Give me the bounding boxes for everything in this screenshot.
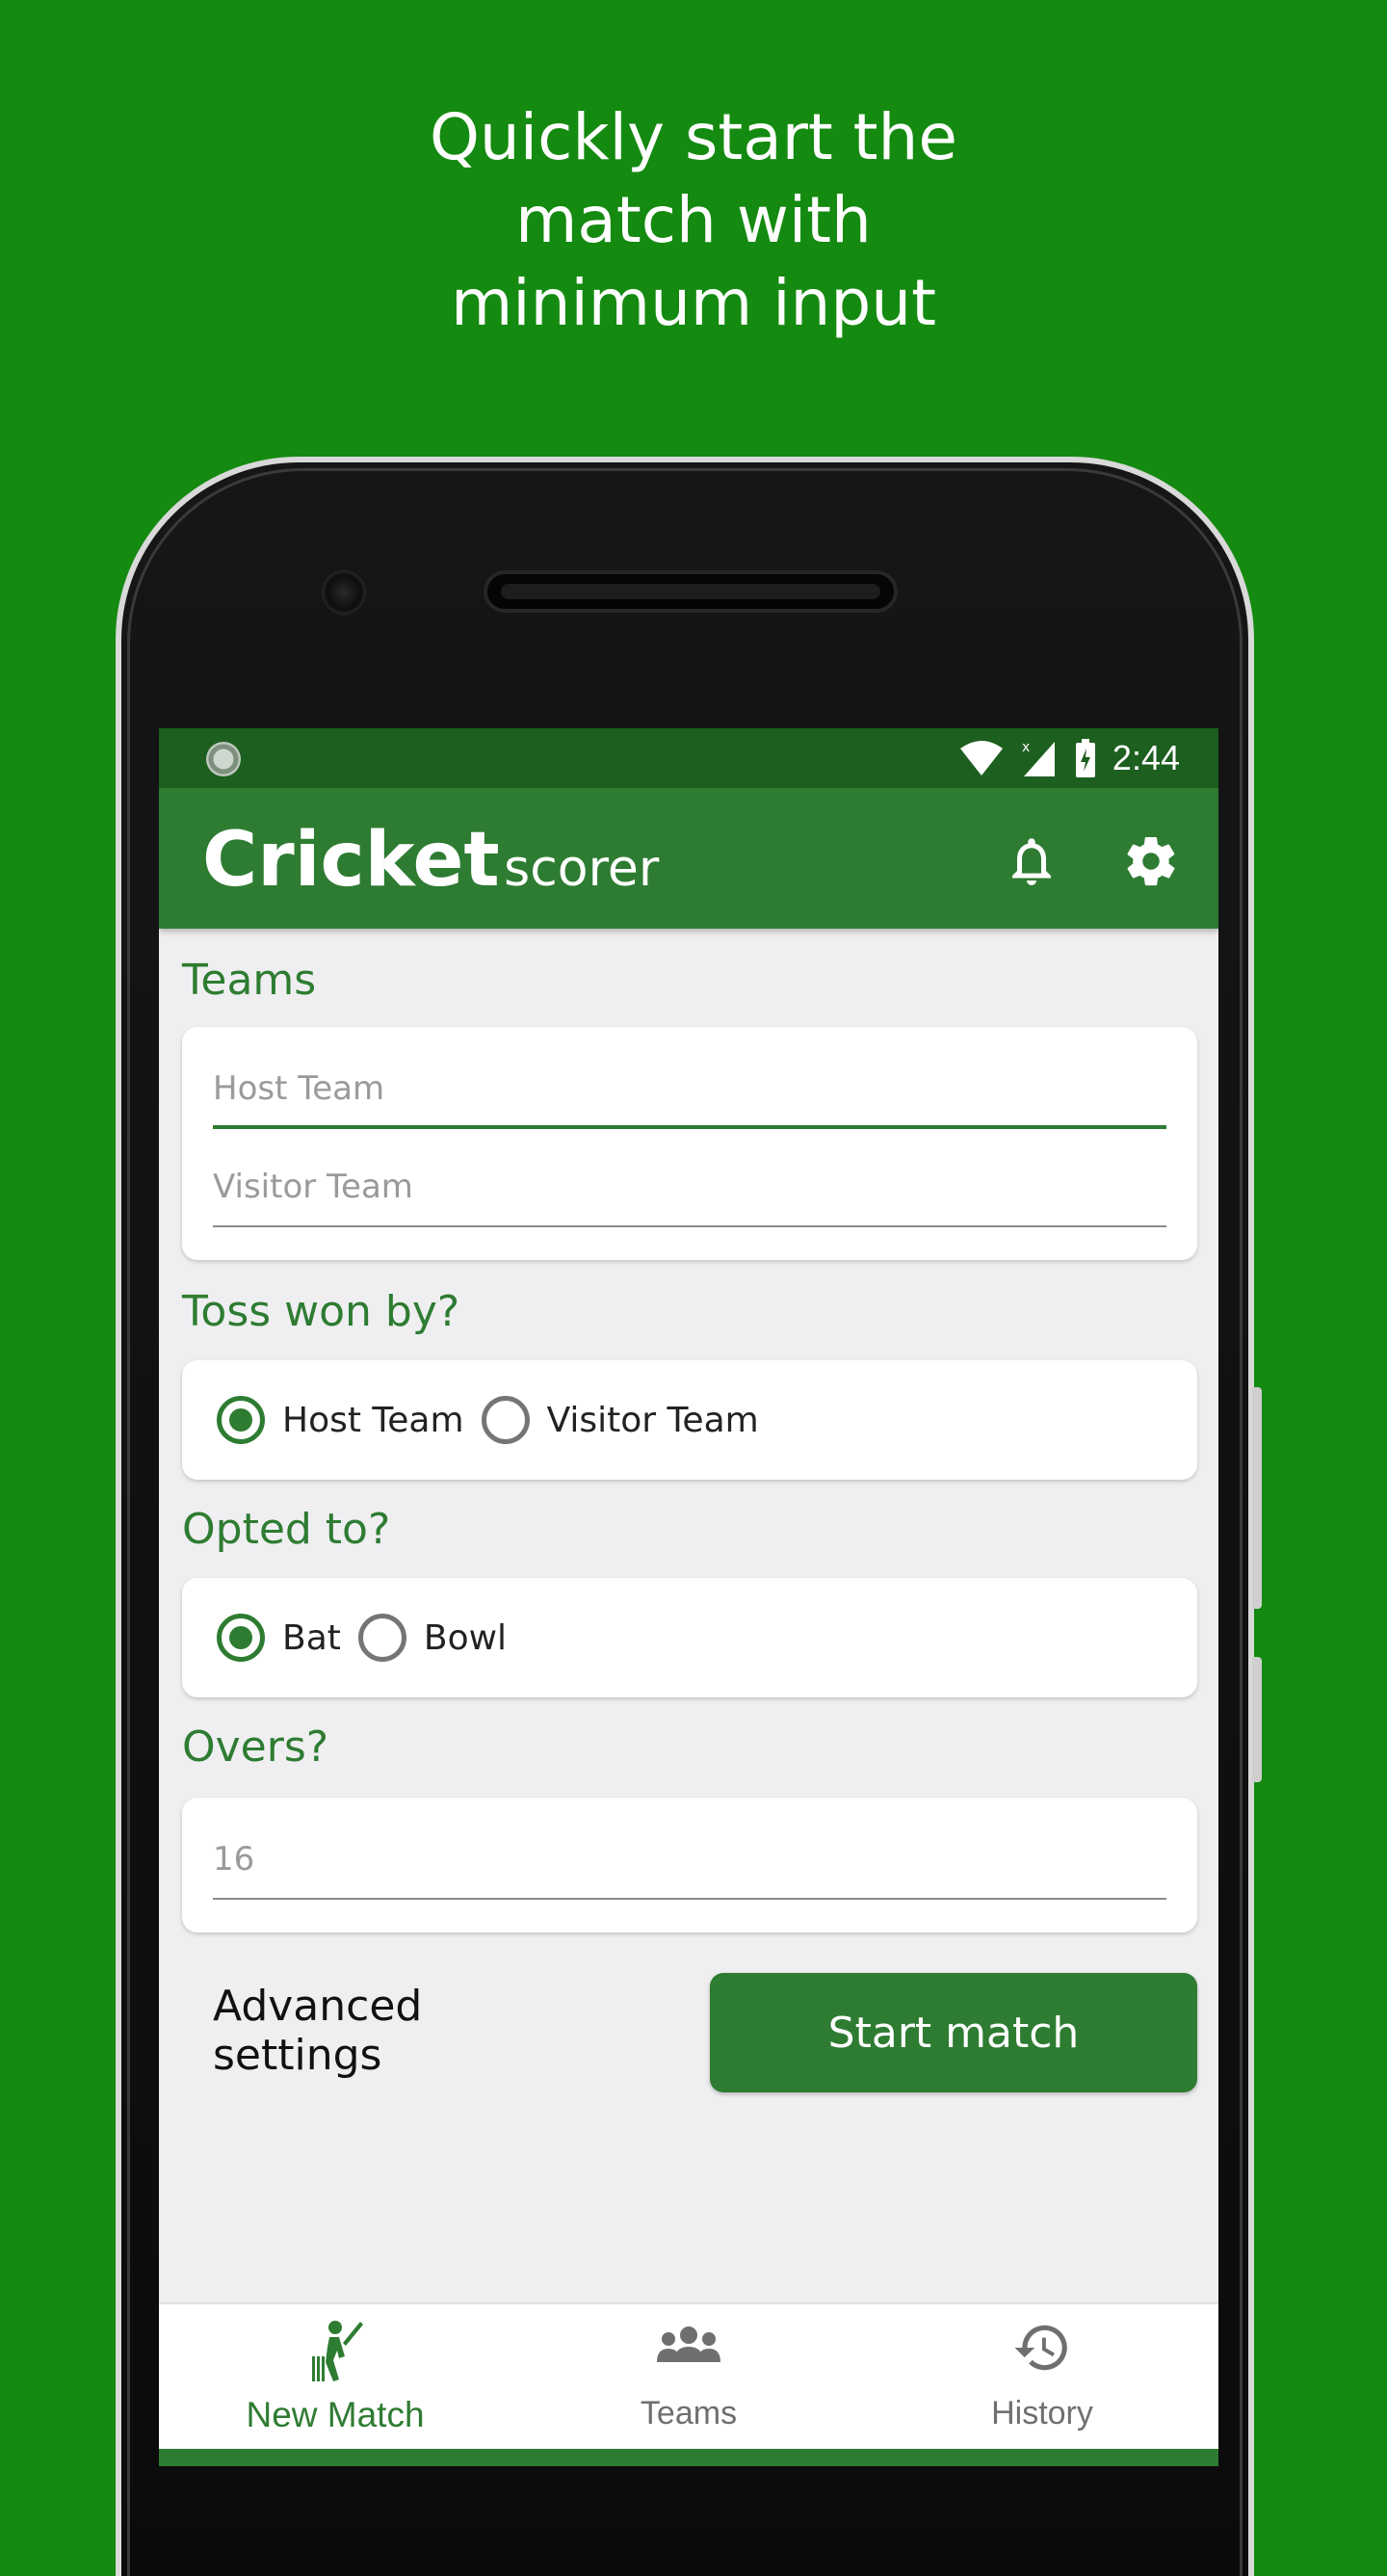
cricket-batsman-icon: [312, 2321, 363, 2381]
visitor-team-input[interactable]: Visitor Team: [213, 1168, 1166, 1227]
app-screen: x 2:44 Cricket scorer Teams Host Team Vi…: [159, 728, 1218, 2466]
opted-bat-radio[interactable]: [217, 1614, 265, 1662]
overs-input[interactable]: 16: [213, 1840, 1166, 1900]
nav-new-match-label: New Match: [246, 2395, 425, 2434]
teams-card: Host Team Visitor Team: [182, 1027, 1197, 1260]
svg-text:x: x: [1022, 740, 1030, 755]
toss-label: Toss won by?: [182, 1287, 460, 1336]
nav-new-match[interactable]: New Match: [159, 2304, 511, 2449]
nav-teams-label: Teams: [640, 2395, 738, 2431]
toss-visitor-label[interactable]: Visitor Team: [547, 1401, 759, 1440]
cellular-signal-icon: x: [1022, 740, 1055, 776]
opted-label: Opted to?: [182, 1505, 391, 1554]
advanced-settings-button[interactable]: Advanced settings: [213, 1971, 531, 2090]
app-title-sub: scorer: [504, 840, 660, 898]
start-match-button[interactable]: Start match: [710, 1973, 1197, 2092]
status-bar: x 2:44: [159, 728, 1218, 788]
promo-line-1: Quickly start the: [429, 100, 957, 174]
opted-card: Bat Bowl: [182, 1578, 1197, 1697]
teams-label: Teams: [182, 956, 317, 1005]
bell-icon[interactable]: [1003, 832, 1060, 890]
battery-charging-icon: [1075, 739, 1095, 777]
overs-placeholder: 16: [213, 1840, 255, 1879]
volume-button: [1252, 1387, 1262, 1609]
app-bar: Cricket scorer: [159, 788, 1218, 929]
nav-history[interactable]: History: [866, 2304, 1218, 2449]
toss-host-label[interactable]: Host Team: [282, 1401, 464, 1440]
visitor-team-placeholder: Visitor Team: [213, 1168, 413, 1206]
earpiece-speaker: [484, 570, 898, 613]
toss-card: Host Team Visitor Team: [182, 1360, 1197, 1480]
nav-history-label: History: [991, 2395, 1093, 2431]
opted-bowl-radio[interactable]: [357, 1614, 406, 1662]
promo-line-2: match with: [515, 183, 872, 257]
power-button: [1252, 1657, 1262, 1782]
clock: 2:44: [1112, 738, 1180, 777]
wifi-icon: [959, 741, 1003, 775]
opted-bowl-label[interactable]: Bowl: [424, 1618, 507, 1658]
front-camera: [322, 570, 366, 615]
notification-dot-icon: [206, 742, 241, 776]
nav-teams[interactable]: Teams: [512, 2304, 865, 2449]
toss-host-radio[interactable]: [217, 1396, 265, 1444]
group-icon: [657, 2326, 720, 2362]
promo-line-3: minimum input: [451, 266, 936, 340]
app-title: Cricket scorer: [202, 817, 659, 904]
host-team-placeholder: Host Team: [213, 1069, 385, 1108]
overs-card: 16: [182, 1798, 1197, 1932]
gear-icon[interactable]: [1122, 832, 1180, 890]
system-nav-bar: [159, 2449, 1218, 2466]
opted-bat-label[interactable]: Bat: [282, 1618, 341, 1658]
host-team-input[interactable]: Host Team: [213, 1069, 1166, 1129]
toss-visitor-radio[interactable]: [481, 1396, 530, 1444]
promo-headline: Quickly start the match with minimum inp…: [0, 96, 1387, 345]
overs-label: Overs?: [182, 1722, 329, 1772]
history-icon: [1014, 2325, 1067, 2371]
bottom-navigation: New Match Teams History: [159, 2304, 1218, 2466]
app-title-main: Cricket: [202, 817, 500, 904]
